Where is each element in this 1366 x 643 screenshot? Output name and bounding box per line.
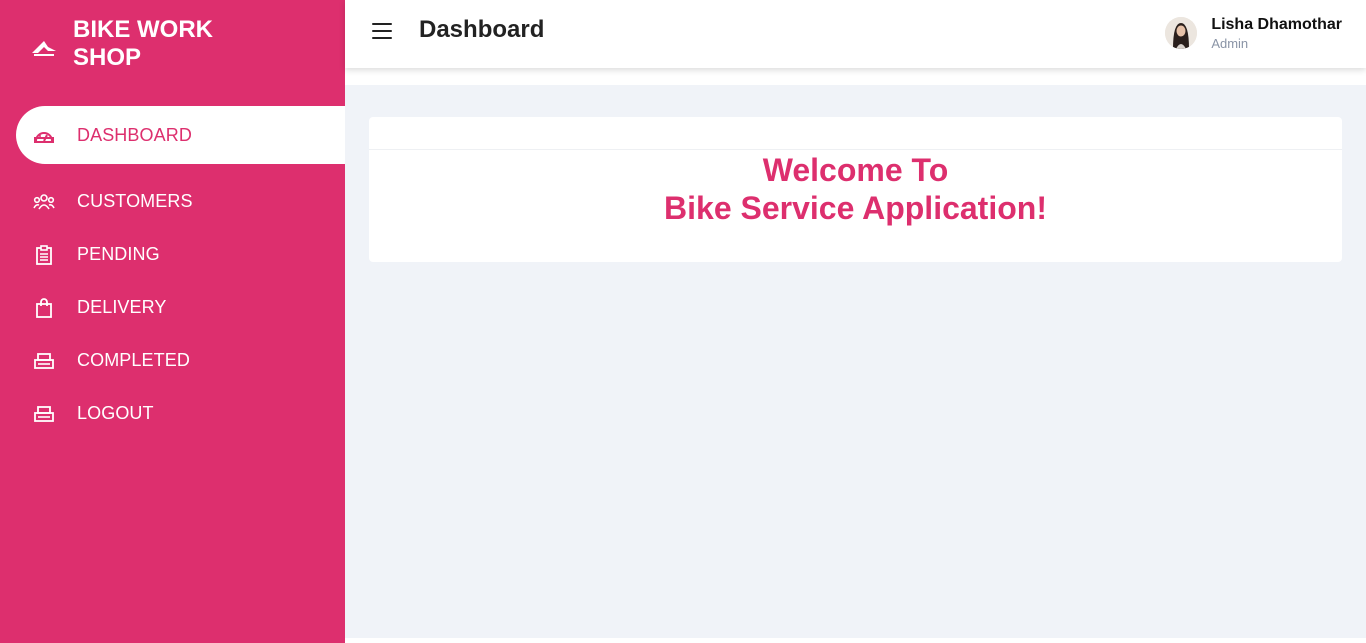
welcome-card: Welcome To Bike Service Application! [369, 117, 1342, 262]
printer-icon [33, 403, 55, 425]
printer-icon [33, 350, 55, 372]
avatar[interactable] [1165, 17, 1198, 49]
brand[interactable]: BIKE WORK SHOP [30, 16, 233, 72]
sidebar-item-label: LOGOUT [77, 403, 154, 423]
sidebar-item-completed[interactable]: COMPLETED [0, 334, 345, 387]
sidebar-item-pending[interactable]: PENDING [0, 228, 345, 281]
brand-name: BIKE WORK SHOP [73, 16, 213, 71]
sidebar-item-dashboard[interactable]: DASHBOARD [16, 106, 345, 164]
hamburger-menu-icon[interactable] [370, 19, 394, 43]
sidebar: BIKE WORK SHOP DASHBOARD CUSTOMERS PENDI… [0, 0, 345, 643]
shopping-bag-icon [33, 297, 55, 319]
sidebar-item-label: DASHBOARD [77, 124, 192, 145]
card-divider [369, 149, 1342, 150]
top-header: Dashboard Lisha Dhamothar Admin [345, 0, 1366, 68]
sidebar-item-customers[interactable]: CUSTOMERS [0, 175, 345, 228]
sidebar-item-label: PENDING [77, 244, 160, 264]
user-role: Admin [1211, 36, 1249, 51]
welcome-line-1: Welcome To [762, 152, 949, 188]
user-name: Lisha Dhamothar [1211, 16, 1342, 33]
user-profile[interactable]: Lisha Dhamothar Admin [1165, 14, 1342, 52]
bike-logo-icon [30, 37, 58, 65]
clipboard-icon [33, 244, 55, 266]
main-content: Welcome To Bike Service Application! [345, 85, 1366, 638]
sidebar-item-delivery[interactable]: DELIVERY [0, 281, 345, 334]
sidebar-item-logout[interactable]: LOGOUT [0, 387, 345, 440]
sidebar-item-label: COMPLETED [77, 350, 190, 370]
sidebar-nav: DASHBOARD CUSTOMERS PENDING DELIVERY COM… [0, 106, 345, 440]
sidebar-item-label: DELIVERY [77, 297, 167, 317]
page-title: Dashboard [419, 16, 545, 43]
sidebar-item-label: CUSTOMERS [77, 191, 193, 211]
welcome-message: Welcome To Bike Service Application! [369, 151, 1342, 227]
dashboard-icon [33, 124, 55, 146]
welcome-line-2: Bike Service Application! [664, 190, 1047, 226]
customers-icon [33, 191, 55, 213]
